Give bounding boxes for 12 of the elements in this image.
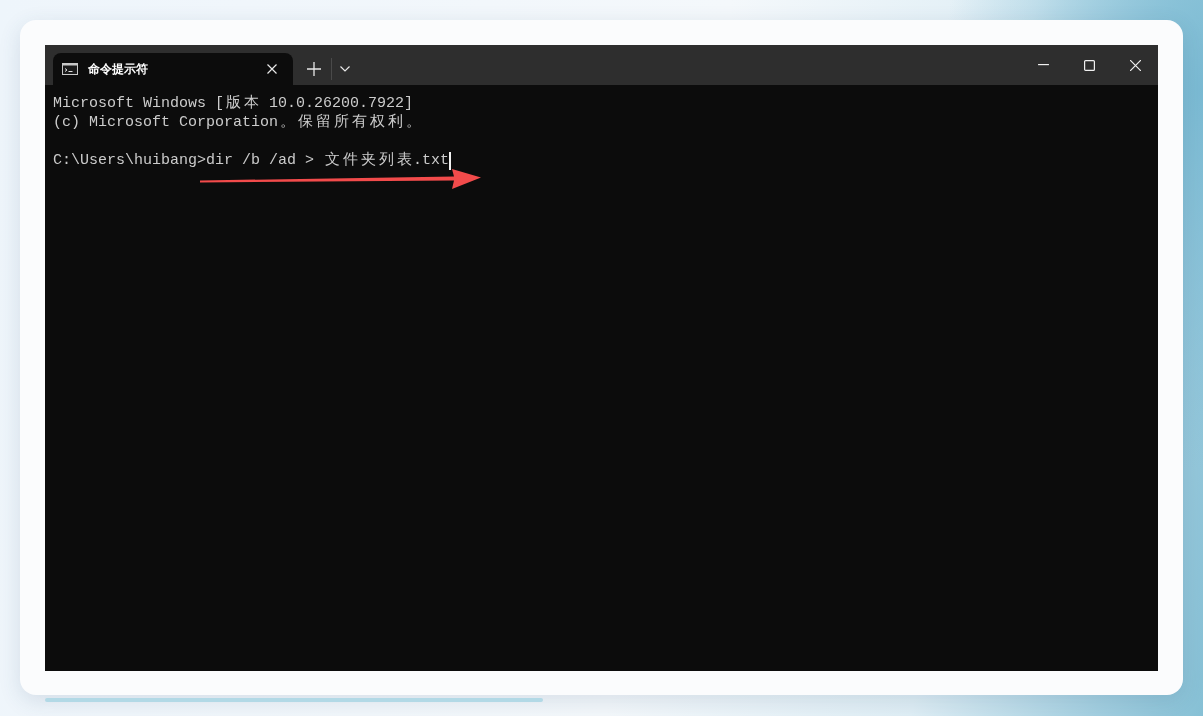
console-output-line: Microsoft Windows [版本 10.0.26200.7922] xyxy=(53,94,414,113)
minimize-icon[interactable] xyxy=(1037,64,1049,66)
close-icon[interactable] xyxy=(1129,59,1141,71)
plus-icon[interactable] xyxy=(307,62,321,76)
maximize-icon[interactable] xyxy=(1083,59,1095,71)
terminal-icon xyxy=(62,63,78,75)
terminal-tab[interactable]: 命令提示符 xyxy=(53,53,293,85)
close-icon[interactable] xyxy=(267,64,277,74)
chevron-down-icon[interactable] xyxy=(340,66,350,72)
console-output-line: (c) Microsoft Corporation。保留所有权利。 xyxy=(53,113,422,132)
command-line[interactable]: C:\Users\huibang>dir /b /ad > 文件夹列表.txt xyxy=(53,151,450,170)
scrollbar-thumb[interactable] xyxy=(45,698,543,702)
